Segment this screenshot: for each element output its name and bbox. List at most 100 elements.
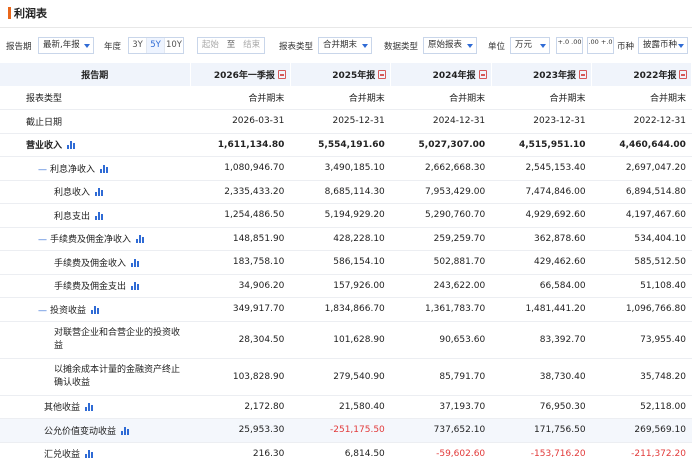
data-type-select[interactable]: 原始报表 bbox=[423, 37, 477, 54]
row-value-cell: 8,685,114.30 bbox=[290, 180, 391, 204]
bar-chart-icon[interactable] bbox=[95, 188, 104, 197]
increase-decimals-button[interactable]: +.0 .00 bbox=[556, 37, 583, 54]
table-row: 公允价值变动收益 25,953.30 -251,175.50 737,652.10 17… bbox=[0, 418, 692, 443]
row-value-cell: 66,584.00 bbox=[491, 274, 592, 298]
row-label: 利息净收入 bbox=[50, 164, 96, 175]
row-value-cell: 4,460,644.00 bbox=[591, 133, 692, 157]
row-value-cell: 5,554,191.60 bbox=[290, 133, 391, 157]
collapse-dash-icon[interactable]: — bbox=[38, 235, 47, 245]
row-value-cell: 429,462.60 bbox=[491, 250, 592, 275]
row-value-cell: 4,929,692.60 bbox=[491, 203, 592, 228]
bar-chart-icon[interactable] bbox=[85, 403, 94, 412]
row-value-cell: 1,611,134.80 bbox=[190, 133, 291, 157]
row-value-cell: 6,814.50 bbox=[290, 442, 391, 465]
data-type-value: 原始报表 bbox=[428, 40, 463, 50]
decrease-decimals-button[interactable]: .00 +.0 bbox=[587, 37, 614, 54]
row-label: 手续费及佣金净收入 bbox=[50, 235, 132, 246]
row-label: 对联营企业和合营企业的投资收益 bbox=[54, 327, 181, 351]
year-button-5y[interactable]: 5Y bbox=[147, 38, 165, 53]
chevron-down-icon bbox=[678, 44, 684, 48]
row-label-cell: — 手续费及佣金净收入 bbox=[0, 227, 190, 251]
currency-value: 披露币种 bbox=[643, 40, 678, 50]
period-select[interactable]: 最新,年报 bbox=[38, 37, 94, 54]
bar-chart-icon[interactable] bbox=[131, 258, 140, 267]
row-value-cell: 4,515,951.10 bbox=[491, 133, 592, 157]
row-value-cell: 7,953,429.00 bbox=[390, 180, 492, 204]
year-range-picker[interactable]: 起始 至 结束 bbox=[197, 37, 265, 54]
table-row: 手续费及佣金收入 183,758.10 586,154.10 502,881.70 42… bbox=[0, 250, 692, 275]
pdf-icon[interactable] bbox=[478, 70, 487, 79]
row-value-cell: 1,254,486.50 bbox=[190, 203, 291, 228]
header-2022-label: 2022年报 bbox=[633, 71, 677, 81]
row-value-cell: 合并期末 bbox=[390, 86, 492, 110]
pdf-icon[interactable] bbox=[579, 70, 588, 79]
range-end[interactable]: 结束 bbox=[243, 38, 260, 53]
row-value-cell: 37,193.70 bbox=[390, 395, 492, 419]
row-value-cell: 216.30 bbox=[190, 442, 291, 465]
row-value-cell: 585,512.50 bbox=[591, 250, 692, 275]
bar-chart-icon[interactable] bbox=[91, 305, 100, 314]
year-button-group: 3Y 5Y 10Y bbox=[128, 37, 184, 54]
row-value-cell: 2024-12-31 bbox=[390, 109, 492, 134]
row-value-cell: 1,361,783.70 bbox=[390, 297, 492, 322]
row-label-cell: 手续费及佣金支出 bbox=[0, 274, 190, 298]
row-value-cell: 101,628.90 bbox=[290, 321, 391, 359]
pdf-icon[interactable] bbox=[277, 70, 286, 79]
year-button-3y[interactable]: 3Y bbox=[129, 38, 147, 53]
row-value-cell: 合并期末 bbox=[190, 86, 291, 110]
row-value-cell: -59,602.60 bbox=[390, 442, 492, 465]
header-2026q1[interactable]: 2026年一季报 bbox=[190, 63, 291, 86]
row-label-cell: 以摊余成本计量的金融资产终止确认收益 bbox=[0, 358, 190, 396]
row-value-cell: 76,950.30 bbox=[491, 395, 592, 419]
row-label: 利息收入 bbox=[54, 188, 91, 199]
unit-value: 万元 bbox=[515, 40, 533, 50]
currency-select[interactable]: 披露币种 bbox=[638, 37, 688, 54]
row-value-cell: 259,259.70 bbox=[390, 227, 492, 251]
header-2023[interactable]: 2023年报 bbox=[491, 63, 593, 86]
row-value-cell: 362,878.60 bbox=[491, 227, 592, 251]
row-label-cell: 报表类型 bbox=[0, 86, 190, 110]
bar-chart-icon[interactable] bbox=[67, 141, 76, 150]
table-row: 以摊余成本计量的金融资产终止确认收益 103,828.90 279,540.90 85… bbox=[0, 358, 692, 396]
row-value-cell: 2,697,047.20 bbox=[591, 156, 692, 181]
unit-select[interactable]: 万元 bbox=[510, 37, 550, 54]
header-2022[interactable]: 2022年报 bbox=[591, 63, 692, 86]
collapse-dash-icon[interactable]: — bbox=[38, 165, 47, 175]
currency-label: 币种 bbox=[617, 42, 635, 52]
chevron-down-icon bbox=[362, 44, 368, 48]
row-value-cell: -251,175.50 bbox=[290, 418, 391, 443]
report-type-label: 报表类型 bbox=[279, 42, 314, 52]
pdf-icon[interactable] bbox=[679, 70, 688, 79]
report-type-select[interactable]: 合并期末 bbox=[318, 37, 372, 54]
bar-chart-icon[interactable] bbox=[136, 235, 145, 244]
range-start[interactable]: 起始 bbox=[202, 38, 219, 53]
bar-chart-icon[interactable] bbox=[131, 282, 140, 291]
row-value-cell: 183,758.10 bbox=[190, 250, 291, 275]
pdf-icon[interactable] bbox=[378, 70, 387, 79]
filter-bar: 报告期 最新,年报 年度 3Y 5Y 10Y 起始 至 结束 报表类型 合并期末… bbox=[0, 36, 692, 56]
bar-chart-icon[interactable] bbox=[85, 450, 94, 459]
page-title: 利润表 bbox=[14, 7, 47, 20]
row-label: 公允价值变动收益 bbox=[44, 426, 117, 437]
period-select-value: 最新,年报 bbox=[43, 40, 80, 50]
row-label: 其他收益 bbox=[44, 403, 81, 414]
header-2025[interactable]: 2025年报 bbox=[290, 63, 392, 86]
row-value-cell: 5,194,929.20 bbox=[290, 203, 391, 228]
header-2024[interactable]: 2024年报 bbox=[390, 63, 492, 86]
row-label: 营业收入 bbox=[26, 141, 63, 152]
table-row: 对联营企业和合营企业的投资收益 28,304.50 101,628.90 90,653… bbox=[0, 321, 692, 359]
row-value-cell: 3,490,185.10 bbox=[290, 156, 391, 181]
row-label-cell: 营业收入 bbox=[0, 133, 190, 157]
year-button-10y[interactable]: 10Y bbox=[165, 38, 183, 53]
title-bar: 利润表 bbox=[0, 0, 692, 28]
bar-chart-icon[interactable] bbox=[121, 426, 130, 435]
row-value-cell: 2022-12-31 bbox=[591, 109, 692, 134]
row-value-cell: 6,894,514.80 bbox=[591, 180, 692, 204]
row-value-cell: 51,108.40 bbox=[591, 274, 692, 298]
header-period: 报告期 bbox=[0, 63, 191, 86]
row-value-cell: 合并期末 bbox=[491, 86, 592, 110]
row-value-cell: 349,917.70 bbox=[190, 297, 291, 322]
bar-chart-icon[interactable] bbox=[95, 211, 104, 220]
bar-chart-icon[interactable] bbox=[100, 164, 109, 173]
collapse-dash-icon[interactable]: — bbox=[38, 306, 47, 316]
